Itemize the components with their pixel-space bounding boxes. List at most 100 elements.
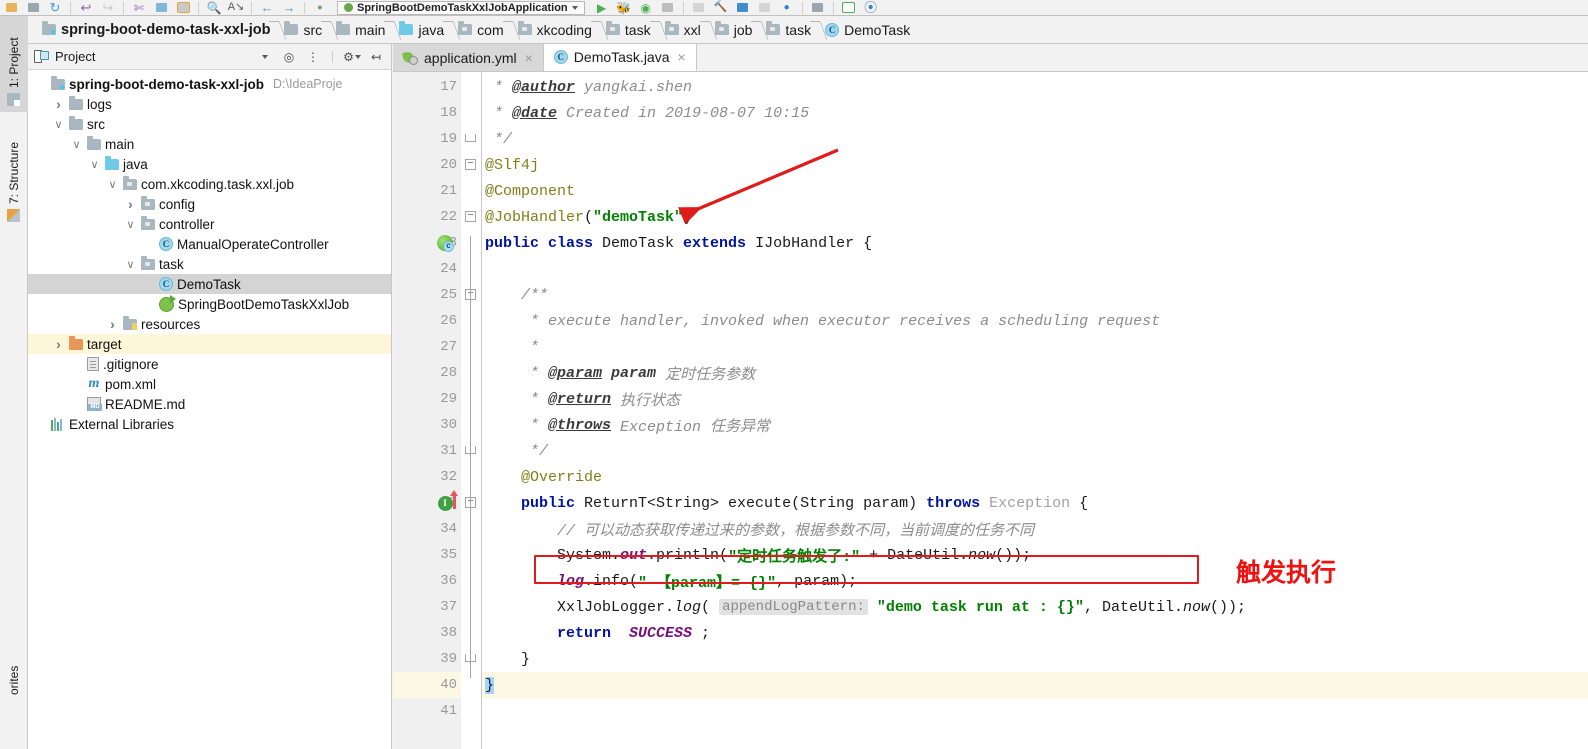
line-number[interactable]: 27: [393, 334, 461, 360]
code-line[interactable]: System. out .println("定时任务触发了:" + DateUtil…: [481, 542, 1588, 568]
breadcrumb-item-xkcoding[interactable]: xkcoding: [510, 16, 598, 43]
code-line[interactable]: }: [481, 672, 1588, 698]
help-icon[interactable]: ⦿: [860, 0, 882, 15]
code-line[interactable]: return SUCCESS ;: [481, 620, 1588, 646]
open-folder-icon[interactable]: [0, 0, 22, 15]
chevron-down-icon[interactable]: ∨: [124, 218, 137, 231]
line-number[interactable]: 39: [393, 646, 461, 672]
run-icon[interactable]: ▶: [591, 0, 613, 15]
line-number[interactable]: 37: [393, 594, 461, 620]
chevron-down-icon[interactable]: [256, 48, 274, 66]
code-line[interactable]: */: [481, 126, 1588, 152]
back-icon[interactable]: ←: [256, 0, 278, 15]
editor-gutter[interactable]: 17181920212223c24252627282930313233I3435…: [393, 72, 461, 749]
breadcrumb[interactable]: spring-boot-demo-task-xxl-job src main java…: [28, 16, 1588, 44]
chevron-right-icon[interactable]: ›: [52, 336, 65, 352]
implementing-method-gutter-icon[interactable]: I: [435, 489, 458, 513]
line-number[interactable]: 32: [393, 464, 461, 490]
line-number[interactable]: 28: [393, 360, 461, 386]
line-number[interactable]: 34: [393, 516, 461, 542]
settings-gear-icon[interactable]: ⚙: [343, 48, 361, 66]
paste-icon[interactable]: [172, 0, 194, 15]
stop-icon[interactable]: [657, 0, 679, 15]
chevron-down-icon[interactable]: [571, 5, 578, 10]
replace-icon[interactable]: A↘: [225, 0, 247, 15]
breadcrumb-item-com[interactable]: com: [450, 16, 509, 43]
build-icon[interactable]: [688, 0, 710, 15]
code-line[interactable]: // 可以动态获取传递过来的参数，根据参数不同，当前调度的任务不同: [481, 516, 1588, 542]
tree-node-config[interactable]: › config: [28, 194, 391, 214]
breadcrumb-item-job[interactable]: job: [707, 16, 759, 43]
code-line[interactable]: * @return 执行状态: [481, 386, 1588, 412]
breadcrumb-item-src[interactable]: src: [276, 16, 328, 43]
chevron-down-icon[interactable]: ∨: [70, 138, 83, 151]
line-number[interactable]: 22: [393, 204, 461, 230]
undo-icon[interactable]: ↩: [75, 0, 97, 15]
code-line[interactable]: @Override: [481, 464, 1588, 490]
coverage-icon[interactable]: ◉: [635, 0, 657, 15]
sidebar-item-favorites[interactable]: orites: [0, 641, 28, 701]
spring-bean-gutter-icon[interactable]: c: [435, 233, 455, 253]
debug-icon[interactable]: 🐝: [613, 0, 635, 15]
tree-node-logs[interactable]: › logs: [28, 94, 391, 114]
close-icon[interactable]: ×: [678, 49, 686, 65]
code-line[interactable]: @JobHandler("demoTask"): [481, 204, 1588, 230]
tree-node-controller[interactable]: ∨ controller: [28, 214, 391, 234]
tree-node-readme-md[interactable]: README.md: [28, 394, 391, 414]
code-editor[interactable]: 17181920212223c24252627282930313233I3435…: [393, 72, 1588, 749]
breadcrumb-item-java[interactable]: java: [391, 16, 450, 43]
line-number[interactable]: 38: [393, 620, 461, 646]
module-selector-icon[interactable]: ●: [309, 0, 331, 15]
copy-icon[interactable]: [150, 0, 172, 15]
chevron-right-icon[interactable]: ›: [124, 196, 137, 212]
chevron-right-icon[interactable]: ›: [52, 96, 65, 112]
code-line[interactable]: * @param param 定时任务参数: [481, 360, 1588, 386]
main-toolbar[interactable]: ↻ ↩ ↪ ✄ 🔍 A↘ ← → ● SpringBootDemoTaskXxl…: [0, 0, 1588, 16]
line-number[interactable]: 17: [393, 74, 461, 100]
line-number[interactable]: 29: [393, 386, 461, 412]
profiler-icon[interactable]: [754, 0, 776, 15]
tree-node-target[interactable]: › target: [28, 334, 391, 354]
editor-tab-bar[interactable]: application.yml × C DemoTask.java ×: [393, 44, 1588, 72]
breadcrumb-item-task[interactable]: task: [758, 16, 817, 43]
editor-tab-demotask-java[interactable]: C DemoTask.java ×: [543, 44, 697, 71]
project-tree[interactable]: spring-boot-demo-task-xxl-job D:\IdeaProj…: [28, 70, 391, 434]
save-all-icon[interactable]: [22, 0, 44, 15]
line-number[interactable]: 30: [393, 412, 461, 438]
tree-node-resources[interactable]: › resources: [28, 314, 391, 334]
code-line[interactable]: XxlJobLogger. log( appendLogPattern: "dem…: [481, 594, 1588, 620]
chevron-down-icon[interactable]: ∨: [52, 118, 65, 131]
fold-end-marker[interactable]: [465, 134, 476, 142]
chevron-down-icon[interactable]: ∨: [106, 178, 119, 191]
sidebar-item-project[interactable]: 1: Project: [0, 16, 28, 112]
editor-tab-application-yml[interactable]: application.yml ×: [393, 44, 544, 71]
code-line[interactable]: public ReturnT<String> execute(String pa…: [481, 490, 1588, 516]
bullet-icon[interactable]: ●: [776, 0, 798, 15]
tree-node-spring-boot-demo-task-xxl-job[interactable]: spring-boot-demo-task-xxl-job D:\IdeaProj…: [28, 74, 391, 94]
tree-node-demotask[interactable]: C DemoTask: [28, 274, 391, 294]
line-number[interactable]: 40: [393, 672, 461, 698]
code-line[interactable]: /**: [481, 282, 1588, 308]
line-number[interactable]: 24: [393, 256, 461, 282]
line-number[interactable]: 31: [393, 438, 461, 464]
code-line[interactable]: log .info(" 【param】= {}", param);: [481, 568, 1588, 594]
terminal-icon[interactable]: [838, 0, 860, 15]
chevron-right-icon[interactable]: ›: [106, 316, 119, 332]
chevron-down-icon[interactable]: ∨: [88, 158, 101, 171]
breadcrumb-item-spring-boot-demo-task-xxl-job[interactable]: spring-boot-demo-task-xxl-job: [34, 16, 276, 43]
chevron-down-icon[interactable]: ∨: [124, 258, 137, 271]
code-line[interactable]: * @author yangkai.shen: [481, 74, 1588, 100]
code-line[interactable]: */: [481, 438, 1588, 464]
code-line[interactable]: }: [481, 646, 1588, 672]
breadcrumb-item-task[interactable]: task: [598, 16, 657, 43]
code-line[interactable]: * @throws Exception 任务异常: [481, 412, 1588, 438]
tree-node-springbootdemotaskxxljob[interactable]: SpringBootDemoTaskXxlJob: [28, 294, 391, 314]
hammer-icon[interactable]: 🔨: [710, 0, 732, 15]
code-line[interactable]: [481, 256, 1588, 282]
sidebar-item-structure[interactable]: 7: Structure: [0, 116, 28, 228]
code-line[interactable]: public class DemoTask extends IJobHandle…: [481, 230, 1588, 256]
line-number[interactable]: 18: [393, 100, 461, 126]
code-line[interactable]: *: [481, 334, 1588, 360]
breadcrumb-item-demotask[interactable]: C DemoTask: [817, 16, 916, 43]
line-number[interactable]: 41: [393, 698, 461, 724]
